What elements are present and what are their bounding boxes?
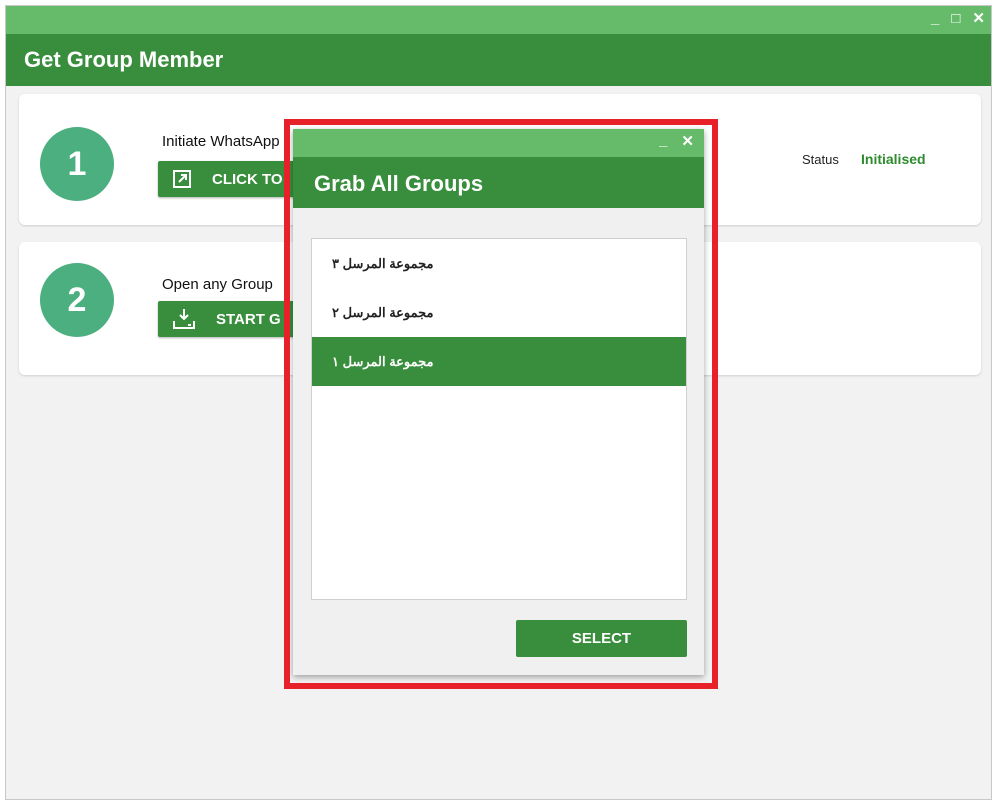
external-link-icon xyxy=(173,170,191,188)
step-number-badge: 1 xyxy=(40,127,114,201)
app-header: Get Group Member xyxy=(6,34,991,86)
dialog-header: Grab All Groups xyxy=(293,157,704,208)
close-button[interactable]: ✕ xyxy=(972,8,985,30)
grab-all-groups-dialog: _ ✕ Grab All Groups مجموعة المرسل ٣ مجمو… xyxy=(293,129,704,675)
group-list-item[interactable]: مجموعة المرسل ٢ xyxy=(312,288,686,337)
download-tray-icon xyxy=(173,309,195,329)
dialog-minimize-button[interactable]: _ xyxy=(659,132,667,150)
window-titlebar[interactable]: _ □ ✕ xyxy=(6,6,991,34)
group-list[interactable]: مجموعة المرسل ٣ مجموعة المرسل ٢ مجموعة ا… xyxy=(311,238,687,600)
select-button[interactable]: SELECT xyxy=(516,620,687,657)
step-label: Open any Group xyxy=(162,276,273,293)
window-controls: _ □ ✕ xyxy=(931,8,985,30)
dialog-controls: _ ✕ xyxy=(659,132,694,150)
dialog-titlebar[interactable]: _ ✕ xyxy=(293,129,704,157)
page-title: Get Group Member xyxy=(24,47,224,72)
step-number-badge: 2 xyxy=(40,263,114,337)
step-label: Initiate WhatsApp xyxy=(162,133,280,150)
status-label: Status xyxy=(802,152,839,167)
button-label: CLICK TO xyxy=(212,170,283,188)
group-list-item[interactable]: مجموعة المرسل ٣ xyxy=(312,239,686,288)
dialog-close-button[interactable]: ✕ xyxy=(681,132,694,150)
maximize-button[interactable]: □ xyxy=(951,8,960,30)
minimize-button[interactable]: _ xyxy=(931,8,939,30)
status-value: Initialised xyxy=(861,151,926,167)
group-list-item-selected[interactable]: مجموعة المرسل ١ xyxy=(312,337,686,386)
button-label: START G xyxy=(216,310,281,328)
dialog-title: Grab All Groups xyxy=(314,171,484,196)
